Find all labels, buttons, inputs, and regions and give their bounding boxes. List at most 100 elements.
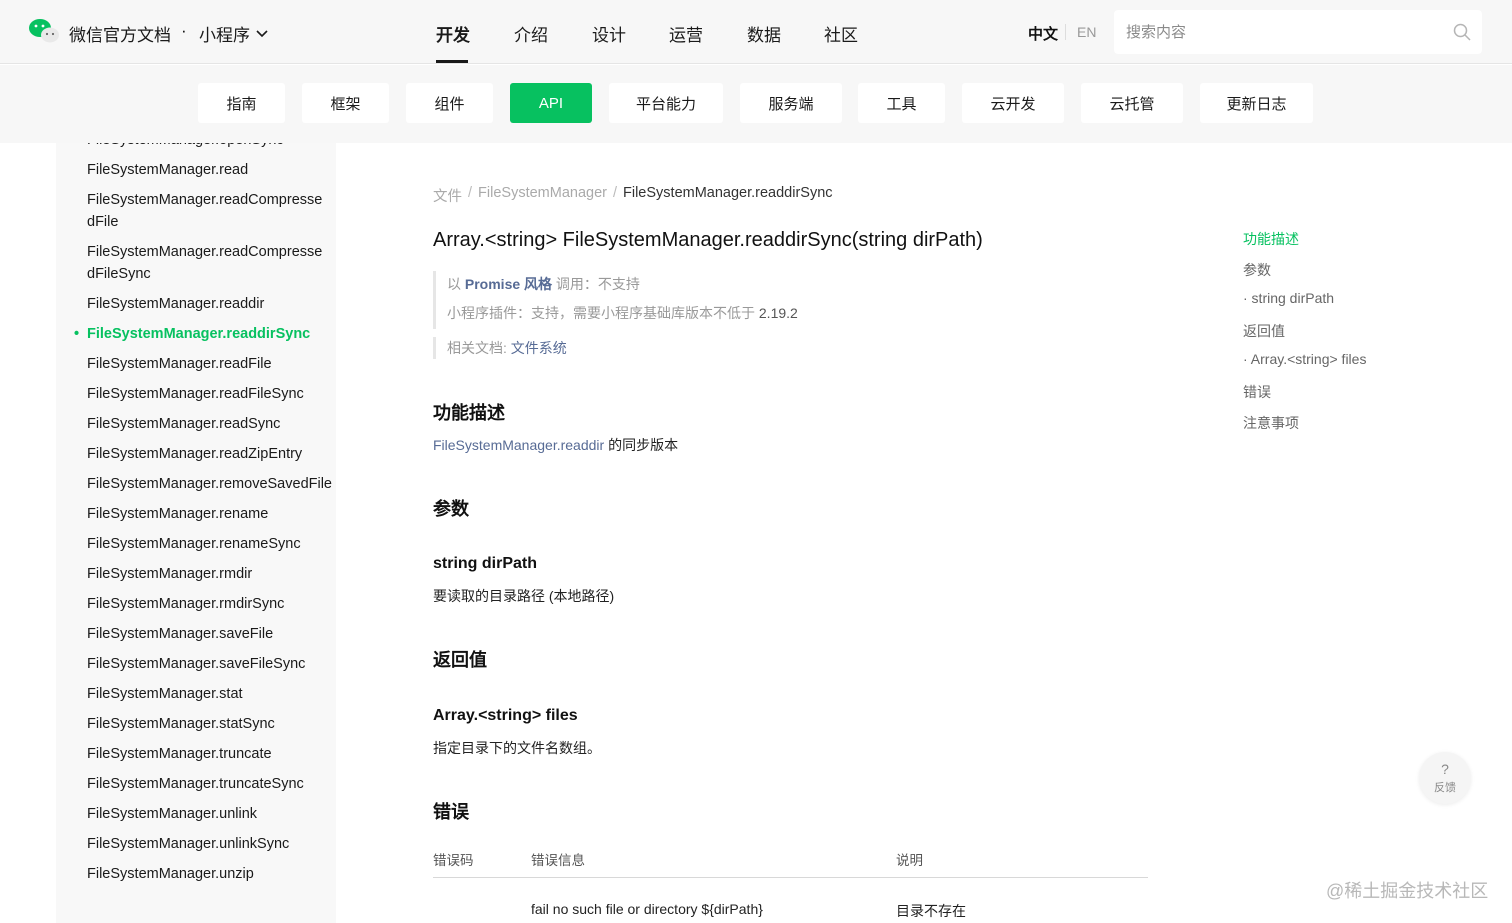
chevron-down-icon <box>256 29 268 37</box>
wechat-logo-icon <box>29 19 59 43</box>
sidebar-item[interactable]: FileSystemManager.readdir <box>87 293 327 315</box>
table-header-explanation: 说明 <box>896 853 923 868</box>
section-heading-return: 返回值 <box>433 650 487 670</box>
nav-intro[interactable]: 介绍 <box>514 21 548 46</box>
promise-style-link[interactable]: Promise 风格 <box>465 276 552 292</box>
section-heading-errors: 错误 <box>433 802 469 822</box>
promise-support-line: 以 Promise 风格 调用：不支持 <box>447 271 798 300</box>
sidebar-item-active[interactable]: FileSystemManager.readdirSync <box>74 323 327 345</box>
sub-navigation: 指南 框架 组件 API 平台能力 服务端 工具 云开发 云托管 更新日志 <box>0 65 1512 143</box>
tab-changelog[interactable]: 更新日志 <box>1200 83 1313 123</box>
nav-active-underline <box>436 60 468 63</box>
toc-item-notes[interactable]: 注意事项 <box>1243 413 1299 433</box>
sidebar-item[interactable]: FileSystemManager.unlink <box>87 803 327 825</box>
sidebar-item[interactable]: FileSystemManager.renameSync <box>87 533 327 555</box>
toc-item-errors[interactable]: 错误 <box>1243 382 1271 402</box>
sidebar-item[interactable]: FileSystemManager.rmdirSync <box>87 593 327 615</box>
tab-cloud-dev[interactable]: 云开发 <box>962 83 1064 123</box>
promise-value: 不支持 <box>597 276 640 292</box>
tab-tools[interactable]: 工具 <box>858 83 945 123</box>
toc-item-return[interactable]: 返回值 <box>1243 321 1285 341</box>
lang-divider <box>1065 24 1066 40</box>
search-icon[interactable] <box>1452 22 1472 42</box>
breadcrumb-filesystemmanager[interactable]: FileSystemManager <box>478 185 607 206</box>
sidebar-item[interactable]: FileSystemManager.unzip <box>87 863 327 885</box>
section-heading-description: 功能描述 <box>433 403 505 423</box>
top-header: 微信官方文档 · 小程序 开发 介绍 设计 运营 数据 社区 中文 EN <box>0 0 1512 64</box>
plugin-value: 支持，需要小程序基础库版本不低于 <box>531 305 755 321</box>
brand-separator-dot: · <box>181 21 187 40</box>
sidebar-item[interactable]: FileSystemManager.saveFile <box>87 623 327 645</box>
page-title: Array.<string> FileSystemManager.readdir… <box>433 229 983 251</box>
sidebar-item[interactable]: FileSystemManager.rename <box>87 503 327 525</box>
table-cell-explanation: 目录不存在 <box>896 903 966 919</box>
related-doc-link[interactable]: 文件系统 <box>511 340 567 356</box>
table-header-message: 错误信息 <box>531 853 585 868</box>
nav-data[interactable]: 数据 <box>747 21 781 46</box>
sidebar-item[interactable]: FileSystemManager.saveFileSync <box>87 653 327 675</box>
breadcrumb: 文件 / FileSystemManager / FileSystemManag… <box>433 185 833 206</box>
sidebar-item[interactable]: FileSystemManager.readZipEntry <box>87 443 327 465</box>
tab-guide[interactable]: 指南 <box>198 83 285 123</box>
param-name: string dirPath <box>433 555 538 572</box>
feedback-button[interactable]: ? 反馈 <box>1419 752 1471 804</box>
promise-prefix: 以 <box>447 276 465 292</box>
table-header-code: 错误码 <box>433 853 474 868</box>
sidebar-item[interactable]: FileSystemManager.readFileSync <box>87 383 327 405</box>
section-heading-params: 参数 <box>433 499 469 519</box>
tab-components[interactable]: 组件 <box>406 83 493 123</box>
readdir-link[interactable]: FileSystemManager.readdir <box>433 437 604 453</box>
search-input[interactable] <box>1114 10 1482 54</box>
sidebar: FileSystemManager.openSync FileSystemMan… <box>56 143 336 923</box>
nav-develop[interactable]: 开发 <box>436 21 470 46</box>
sidebar-item[interactable]: FileSystemManager.stat <box>87 683 327 705</box>
promise-suffix: 调用： <box>552 276 598 292</box>
sidebar-item[interactable]: FileSystemManager.openSync <box>87 143 327 151</box>
product-label: 小程序 <box>199 26 250 45</box>
watermark: @稀土掘金技术社区 <box>1326 881 1489 901</box>
nav-design[interactable]: 设计 <box>592 21 626 46</box>
sidebar-item[interactable]: FileSystemManager.readCompressedFile <box>87 189 327 233</box>
sidebar-item[interactable]: FileSystemManager.readFile <box>87 353 327 375</box>
tab-server[interactable]: 服务端 <box>740 83 842 123</box>
nav-community[interactable]: 社区 <box>824 21 858 46</box>
breadcrumb-current: FileSystemManager.readdirSync <box>623 185 833 201</box>
nav-operations[interactable]: 运营 <box>669 21 703 46</box>
plugin-label: 小程序插件： <box>447 305 531 321</box>
breadcrumb-separator: / <box>468 185 473 201</box>
sidebar-item[interactable]: FileSystemManager.readCompressedFileSync <box>87 241 327 285</box>
feedback-label: 反馈 <box>1434 781 1456 794</box>
toc-item-description[interactable]: 功能描述 <box>1243 229 1299 249</box>
tab-framework[interactable]: 框架 <box>302 83 389 123</box>
question-icon: ? <box>1441 760 1449 777</box>
sidebar-item[interactable]: FileSystemManager.truncateSync <box>87 773 327 795</box>
sidebar-item[interactable]: FileSystemManager.readSync <box>87 413 327 435</box>
param-desc: 要读取的目录路径 (本地路径) <box>433 588 615 604</box>
description-suffix: 的同步版本 <box>604 437 679 453</box>
table-cell-message: fail no such file or directory ${dirPath… <box>531 901 763 917</box>
table-divider <box>433 877 1148 878</box>
toc-item-files[interactable]: · Array.<string> files <box>1243 351 1366 367</box>
sidebar-item[interactable]: FileSystemManager.rmdir <box>87 563 327 585</box>
tab-cloud-hosting[interactable]: 云托管 <box>1081 83 1183 123</box>
support-info: 以 Promise 风格 调用：不支持 小程序插件：支持，需要小程序基础库版本不… <box>433 271 798 329</box>
product-switcher[interactable]: 小程序 <box>199 21 268 46</box>
return-name: Array.<string> files <box>433 707 578 724</box>
sidebar-list: FileSystemManager.openSync FileSystemMan… <box>74 143 332 893</box>
sidebar-item[interactable]: FileSystemManager.unlinkSync <box>87 833 327 855</box>
sidebar-item[interactable]: FileSystemManager.removeSavedFile <box>87 473 332 495</box>
sidebar-item[interactable]: FileSystemManager.truncate <box>87 743 327 765</box>
sidebar-item[interactable]: FileSystemManager.read <box>87 159 327 181</box>
breadcrumb-separator: / <box>612 185 617 201</box>
plugin-support-line: 小程序插件：支持，需要小程序基础库版本不低于 2.19.2 <box>447 300 798 329</box>
tab-platform[interactable]: 平台能力 <box>609 83 723 123</box>
plugin-version: 2.19.2 <box>755 305 798 321</box>
toc-item-dirpath[interactable]: · string dirPath <box>1243 290 1334 306</box>
toc-item-params[interactable]: 参数 <box>1243 260 1271 280</box>
lang-en-button[interactable]: EN <box>1077 24 1096 40</box>
lang-zh-button[interactable]: 中文 <box>1028 23 1058 44</box>
breadcrumb-file[interactable]: 文件 <box>433 185 462 206</box>
tab-api[interactable]: API <box>510 83 592 123</box>
brand-title[interactable]: 微信官方文档 <box>69 21 171 46</box>
sidebar-item[interactable]: FileSystemManager.statSync <box>87 713 327 735</box>
